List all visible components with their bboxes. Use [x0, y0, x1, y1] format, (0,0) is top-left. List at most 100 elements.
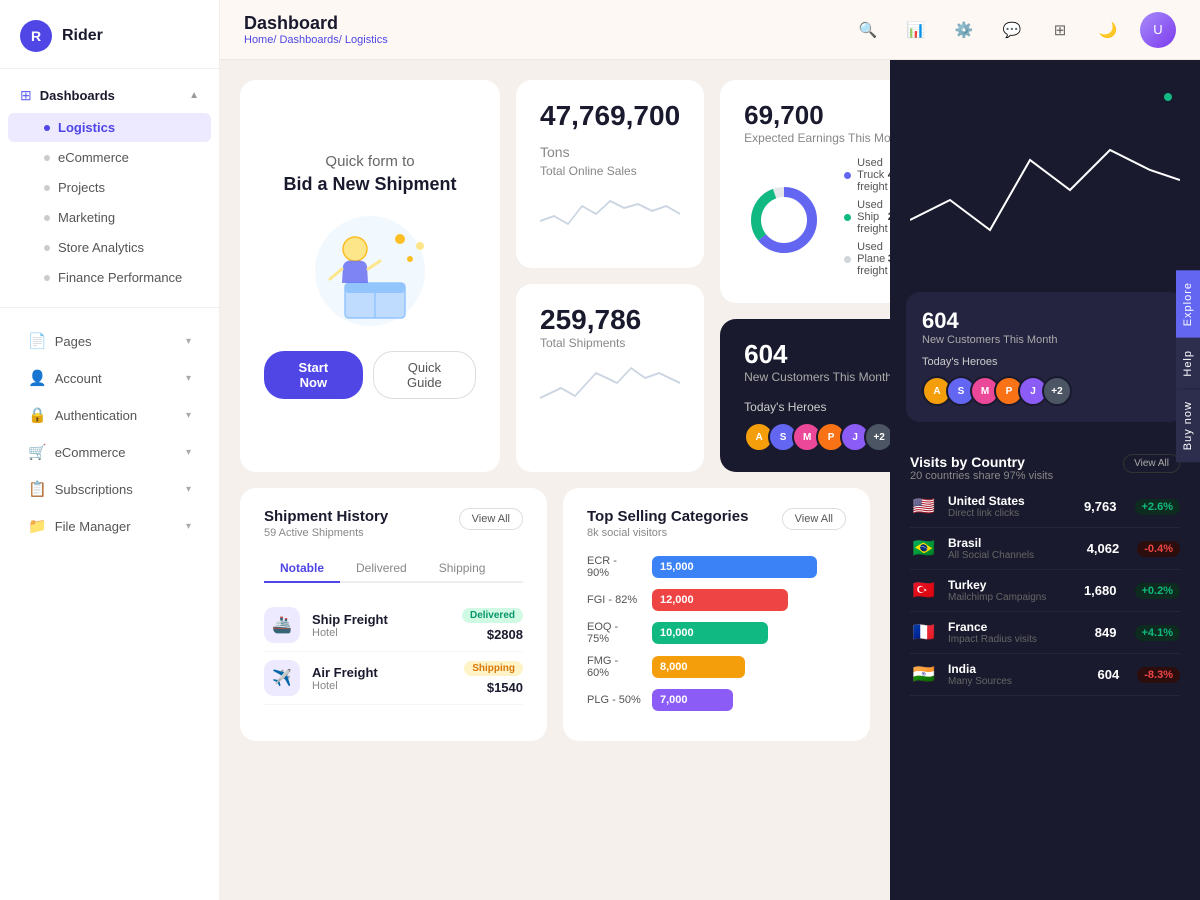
visits-view-all[interactable]: View All: [1123, 454, 1180, 473]
selling-subtitle: 8k social visitors: [587, 527, 748, 539]
grid-button[interactable]: ⊞: [1044, 14, 1076, 46]
sidebar-item-file-manager[interactable]: 📁 File Manager ▾: [8, 508, 211, 544]
tab-notable[interactable]: Notable: [264, 555, 340, 583]
flag-brasil: 🇧🇷: [910, 538, 938, 559]
donut-legend: Used Truck freight 45% Used Ship freight: [844, 157, 890, 283]
auth-chevron: ▾: [186, 410, 191, 421]
bar-track-fgi: 12,000: [652, 589, 846, 611]
tab-shipping[interactable]: Shipping: [423, 555, 502, 583]
country-trend-france: +4.1%: [1135, 625, 1181, 641]
country-val-france: 849: [1095, 625, 1117, 640]
selling-header: Top Selling Categories 8k social visitor…: [587, 508, 846, 539]
theme-toggle[interactable]: 🌙: [1092, 14, 1124, 46]
hero-buttons: Start Now Quick Guide: [264, 351, 476, 399]
explore-tab[interactable]: Explore: [1176, 270, 1200, 338]
subscriptions-icon: 📋: [28, 480, 47, 498]
sidebar-item-projects[interactable]: Projects: [8, 173, 211, 202]
country-val-brasil: 4,062: [1087, 541, 1120, 556]
sidebar-item-subscriptions[interactable]: 📋 Subscriptions ▾: [8, 471, 211, 507]
settings-button[interactable]: ⚙️: [948, 14, 980, 46]
chat-button[interactable]: 💬: [996, 14, 1028, 46]
sidebar-item-logistics[interactable]: Logistics: [8, 113, 211, 142]
shipment-subtitle: 59 Active Shipments: [264, 527, 388, 539]
ship-name-2: Air Freight: [312, 665, 452, 680]
topbar-right: 🔍 📊 ⚙️ 💬 ⊞ 🌙 U: [852, 12, 1176, 48]
right-top-chart: [910, 100, 1180, 280]
shipments-chart: [540, 358, 680, 408]
sidebar-item-finance-performance[interactable]: Finance Performance: [8, 263, 211, 292]
bar-label-plg: PLG - 50%: [587, 694, 642, 706]
dashboards-chevron: ▲: [189, 90, 199, 101]
dashboards-icon: ⊞: [20, 87, 32, 104]
flag-india: 🇮🇳: [910, 664, 938, 685]
selling-title: Top Selling Categories: [587, 508, 748, 525]
shipment-view-all[interactable]: View All: [459, 508, 523, 530]
hero-illustration: [290, 211, 450, 331]
quick-guide-button[interactable]: Quick Guide: [373, 351, 476, 399]
country-trend-brasil: -0.4%: [1137, 541, 1180, 557]
bar-label-ecr: ECR - 90%: [587, 555, 642, 579]
sidebar-item-ecommerce-main[interactable]: 🛒 eCommerce ▾: [8, 434, 211, 470]
analytics-button[interactable]: 📊: [900, 14, 932, 46]
ship-status-1: Delivered: [462, 608, 523, 623]
top-cards-row: Quick form to Bid a New Shipment: [240, 80, 870, 472]
bar-track-ecr: 15,000: [652, 556, 846, 578]
search-button[interactable]: 🔍: [852, 14, 884, 46]
country-item-usa: 🇺🇸 United States Direct link clicks 9,76…: [910, 486, 1180, 528]
dashboards-label: Dashboards: [40, 88, 115, 103]
heroes-label: Today's Heroes: [744, 400, 890, 414]
flag-turkey: 🇹🇷: [910, 580, 938, 601]
right-top-section: [890, 60, 1200, 280]
status-indicator: [1164, 88, 1172, 106]
earnings-label: Expected Earnings This Month: [744, 131, 890, 145]
heroes-avatars: A S M P J +2: [744, 422, 890, 452]
bar-label-eoq: EOQ - 75%: [587, 621, 642, 645]
online-sales-chart: [540, 186, 680, 236]
help-tab[interactable]: Help: [1176, 338, 1200, 389]
sidebar-item-pages[interactable]: 📄 Pages ▾: [8, 323, 211, 359]
country-item-india: 🇮🇳 India Many Sources 604 -8.3%: [910, 654, 1180, 696]
visits-title: Visits by Country: [910, 454, 1053, 470]
buy-now-tab[interactable]: Buy now: [1176, 389, 1200, 462]
ship-info-1: Ship Freight Hotel: [312, 612, 450, 639]
selling-view-all[interactable]: View All: [782, 508, 846, 530]
ship-info-2: Air Freight Hotel: [312, 665, 452, 692]
dashboards-group[interactable]: ⊞ Dashboards ▲: [0, 79, 219, 112]
ship-sub-2: Hotel: [312, 680, 452, 692]
visits-sub: 20 countries share 97% visits: [910, 470, 1053, 482]
sidebar-item-account[interactable]: 👤 Account ▾: [8, 360, 211, 396]
ship-sub-1: Hotel: [312, 627, 450, 639]
sidebar-item-marketing[interactable]: Marketing: [8, 203, 211, 232]
new-cust-dark-value: 604: [922, 308, 1168, 334]
dot-icon: [44, 185, 50, 191]
breadcrumb-dashboards: Dashboards/: [279, 34, 344, 46]
dot-icon: [44, 245, 50, 251]
heroes-avatars-dark: A S M P J +2: [922, 376, 1168, 406]
breadcrumb: Home/ Dashboards/ Logistics: [244, 34, 388, 46]
account-icon: 👤: [28, 369, 47, 387]
sidebar-item-ecommerce[interactable]: eCommerce: [8, 143, 211, 172]
bar-item-eoq: EOQ - 75% 10,000: [587, 621, 846, 645]
online-sales-card: 47,769,700 Tons Total Online Sales: [516, 80, 704, 268]
hero-title: Quick form to: [325, 153, 414, 170]
ecommerce-icon: 🛒: [28, 443, 47, 461]
sidebar-item-authentication[interactable]: 🔒 Authentication ▾: [8, 397, 211, 433]
sidebar-item-store-analytics[interactable]: Store Analytics: [8, 233, 211, 262]
bar-item-fgi: FGI - 82% 12,000: [587, 589, 846, 611]
shipment-header: Shipment History 59 Active Shipments Vie…: [264, 508, 523, 539]
tab-delivered[interactable]: Delivered: [340, 555, 423, 583]
start-now-button[interactable]: Start Now: [264, 351, 363, 399]
country-name-france: France: [948, 620, 1085, 634]
app-logo[interactable]: R Rider: [0, 0, 219, 69]
country-sub-india: Many Sources: [948, 676, 1088, 687]
shipment-title: Shipment History: [264, 508, 388, 525]
user-avatar[interactable]: U: [1140, 12, 1176, 48]
country-sub-usa: Direct link clicks: [948, 508, 1074, 519]
country-name-usa: United States: [948, 494, 1074, 508]
page-title: Dashboard: [244, 13, 388, 34]
legend-ship: Used Ship freight 21%: [844, 199, 890, 235]
auth-icon: 🔒: [28, 406, 47, 424]
donut-row: Used Truck freight 45% Used Ship freight: [744, 157, 890, 283]
online-sales-value: 47,769,700 Tons: [540, 100, 680, 164]
country-info-brasil: Brasil All Social Channels: [948, 536, 1077, 561]
